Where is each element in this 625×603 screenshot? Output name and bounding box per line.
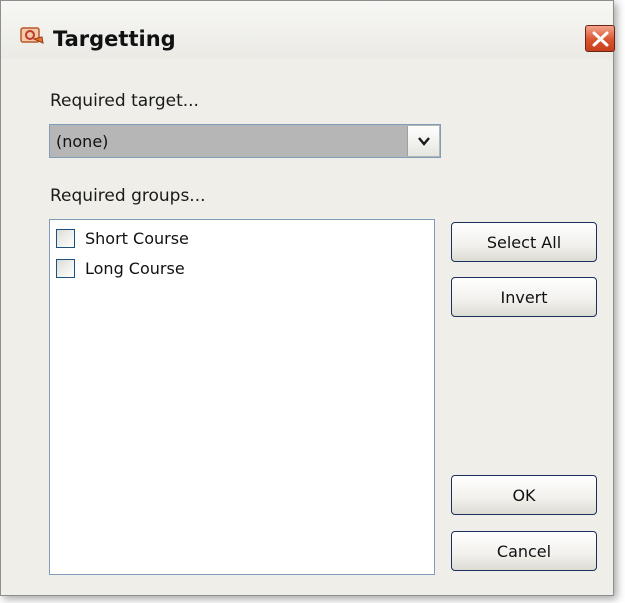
title-bar[interactable]: Targetting <box>1 1 615 59</box>
close-icon <box>592 31 609 47</box>
chevron-down-icon <box>418 137 430 146</box>
list-item-label: Long Course <box>85 259 185 278</box>
required-target-value: (none) <box>56 132 109 151</box>
cancel-button[interactable]: Cancel <box>451 531 597 571</box>
required-groups-label: Required groups... <box>50 186 206 206</box>
short-course-checkbox[interactable] <box>56 229 75 248</box>
required-target-label: Required target... <box>50 91 199 111</box>
app-icon <box>20 25 46 45</box>
dialog-title: Targetting <box>53 27 176 51</box>
list-item-label: Short Course <box>85 229 189 248</box>
long-course-checkbox[interactable] <box>56 259 75 278</box>
invert-button[interactable]: Invert <box>451 277 597 317</box>
targetting-dialog: Targetting Required target... (none) Req… <box>0 0 615 596</box>
close-button[interactable] <box>585 25 615 52</box>
ok-button[interactable]: OK <box>451 475 597 515</box>
select-all-button[interactable]: Select All <box>451 222 597 262</box>
required-groups-list[interactable]: Short Course Long Course <box>49 219 435 575</box>
dropdown-button[interactable] <box>407 126 439 156</box>
required-target-dropdown[interactable]: (none) <box>49 124 441 158</box>
